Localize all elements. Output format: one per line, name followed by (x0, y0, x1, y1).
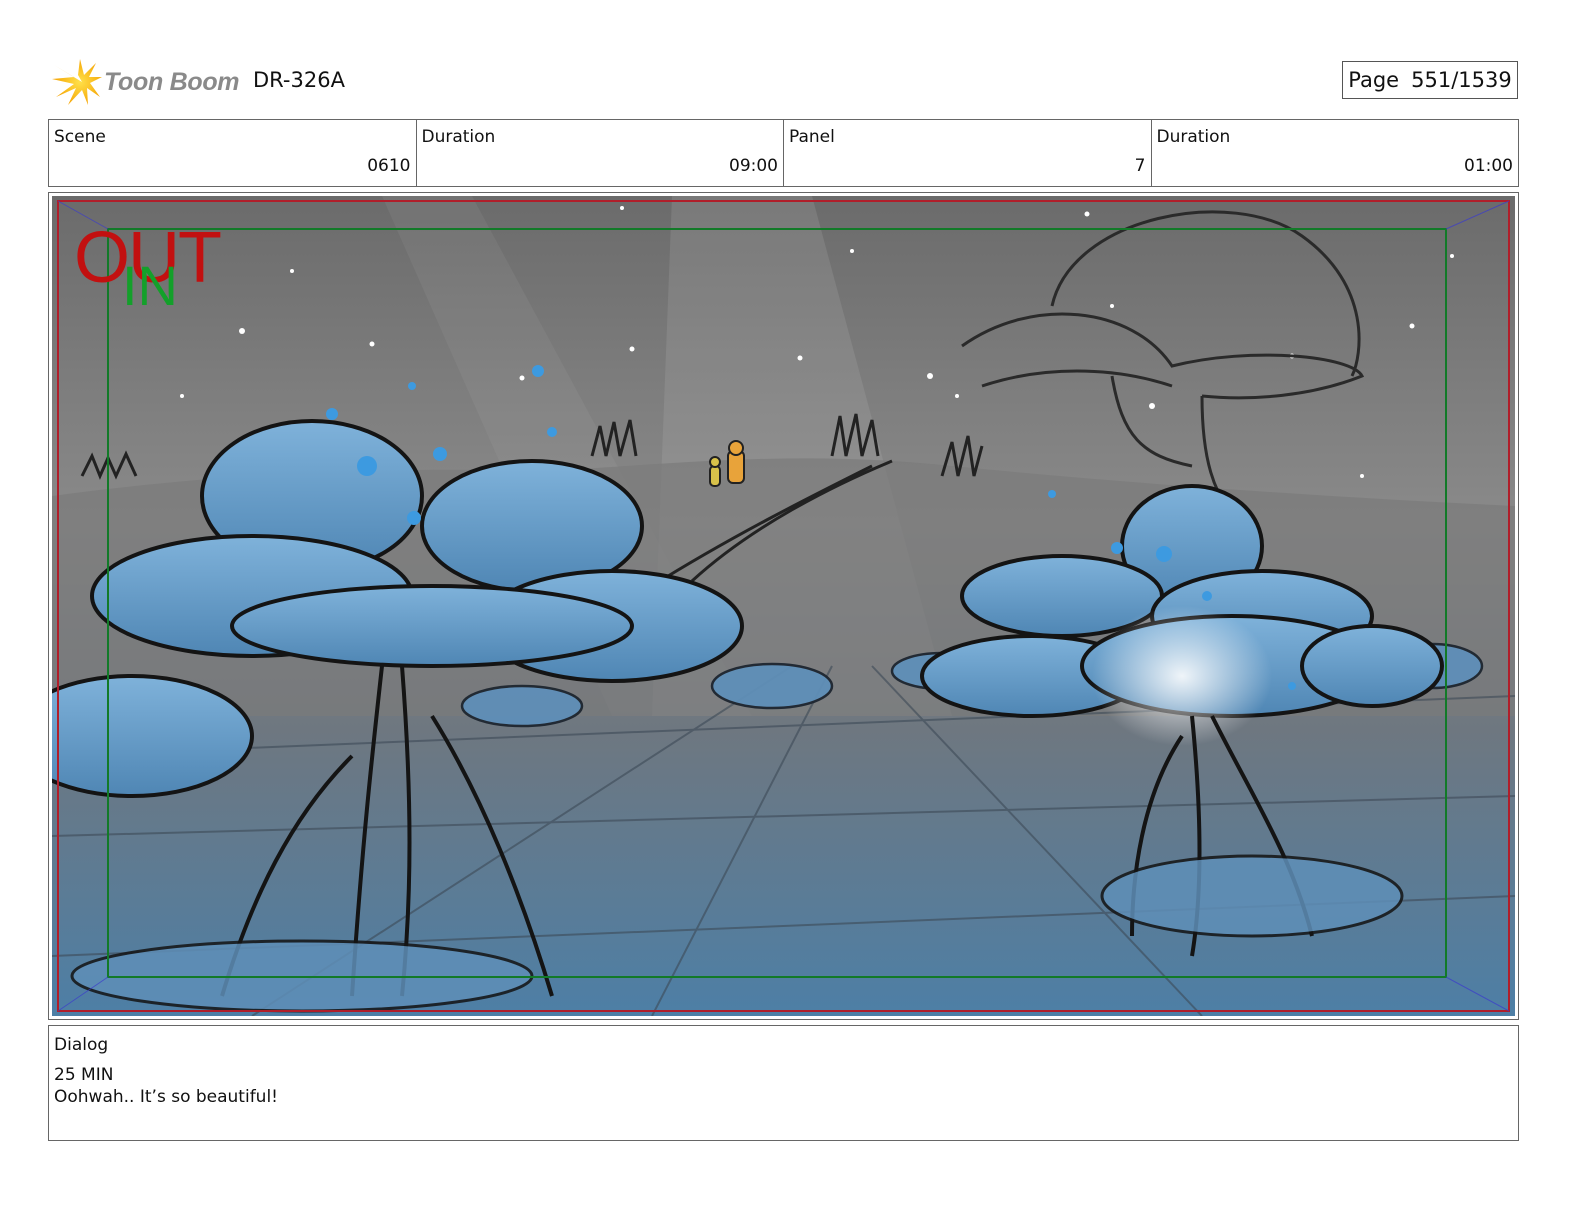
project-id: DR-326A (253, 68, 345, 92)
scene-value: 0610 (367, 156, 411, 176)
in-marker: IN (122, 254, 178, 317)
scene-duration-cell: Duration 09:00 (417, 120, 784, 186)
panel-value: 7 (1134, 156, 1146, 176)
storyboard-panel-image: OUT IN (52, 196, 1515, 1016)
panel-label: Panel (789, 127, 835, 147)
panel-duration-cell: Duration 01:00 (1152, 120, 1519, 186)
dialog-line: Oohwah.. It’s so beautiful! (54, 1087, 278, 1107)
storyboard-sketch (52, 196, 1515, 1016)
scene-cell: Scene 0610 (49, 120, 417, 186)
toon-boom-logo: Toon Boom (52, 56, 242, 108)
scene-label: Scene (54, 127, 106, 147)
starburst-logo-icon (52, 59, 102, 105)
dialog-label: Dialog (54, 1035, 109, 1055)
scene-duration-label: Duration (421, 127, 496, 147)
page-number: 551/1539 (1411, 68, 1512, 92)
scene-duration-value: 09:00 (729, 156, 778, 176)
panel-duration-value: 01:00 (1464, 156, 1513, 176)
panel-cell: Panel 7 (784, 120, 1152, 186)
page-indicator: Page 551/1539 (1342, 61, 1518, 99)
panel-duration-label: Duration (1156, 127, 1231, 147)
page-label: Page (1348, 68, 1400, 92)
dialog-box: Dialog 25 MIN Oohwah.. It’s so beautiful… (48, 1025, 1519, 1141)
dialog-line: 25 MIN (54, 1065, 114, 1085)
logo-text: Toon Boom (104, 67, 240, 96)
panel-info-table: Scene 0610 Duration 09:00 Panel 7 Durati… (48, 119, 1519, 187)
